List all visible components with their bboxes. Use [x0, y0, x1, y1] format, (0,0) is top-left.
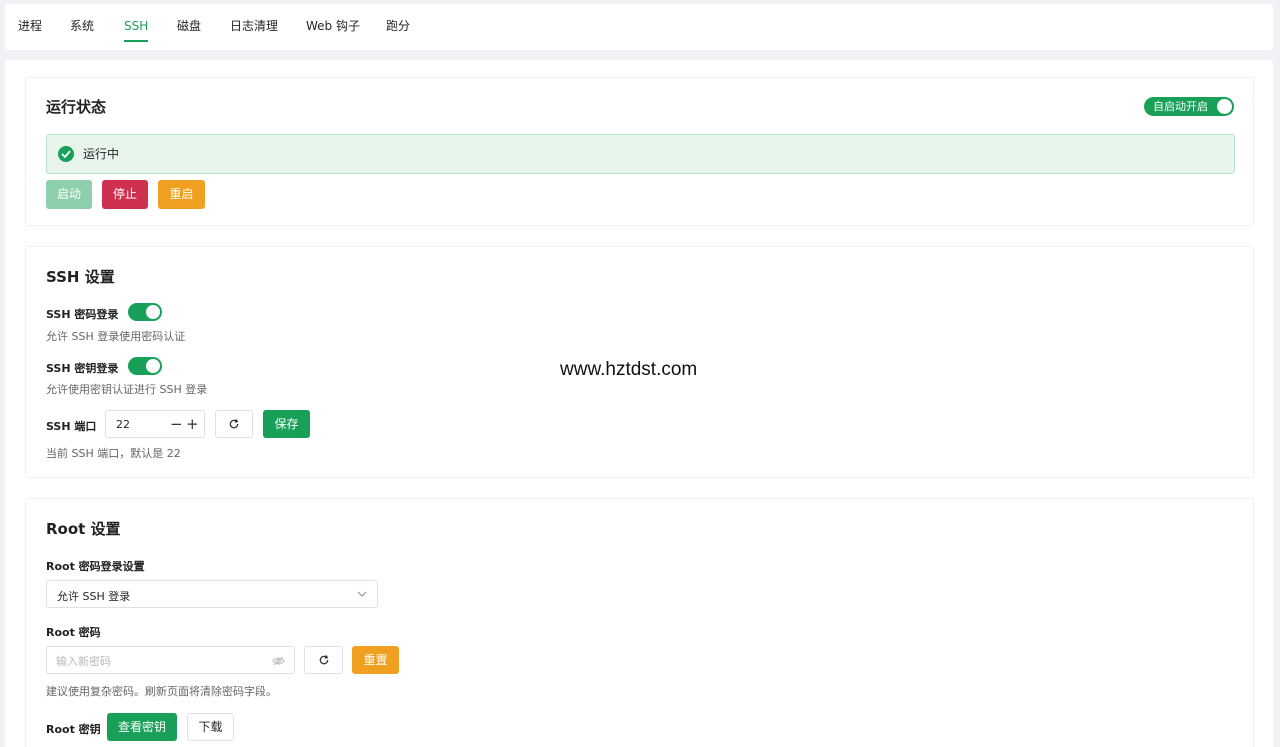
ssh-port-label: SSH 端口 — [46, 420, 97, 433]
tab-benchmark[interactable]: 跑分 — [386, 4, 410, 50]
root-password-login-select[interactable]: 允许 SSH 登录 — [46, 580, 378, 608]
root-key-label: Root 密钥 — [46, 723, 101, 736]
refresh-port-button[interactable] — [215, 410, 253, 438]
ssh-port-value[interactable]: 22 — [116, 418, 130, 431]
ssh-port-input[interactable]: 22 − + — [105, 410, 205, 438]
ssh-password-login-hint: 允许 SSH 登录使用密码认证 — [46, 330, 186, 343]
main-panel: 运行状态 自启动开启 运行中 启动 停止 重启 SSH 设置 SSH 密码登录 … — [5, 60, 1273, 747]
tab-system[interactable]: 系统 — [70, 4, 94, 50]
increment-button[interactable]: + — [186, 415, 199, 433]
view-key-button[interactable]: 查看密钥 — [107, 713, 177, 741]
eye-hidden-icon[interactable] — [272, 656, 285, 666]
generate-password-button[interactable] — [304, 646, 343, 674]
root-password-field[interactable] — [46, 646, 295, 674]
ssh-port-hint: 当前 SSH 端口，默认是 22 — [46, 447, 181, 460]
ssh-card-title: SSH 设置 — [46, 268, 115, 286]
ssh-password-login-label: SSH 密码登录 — [46, 308, 119, 321]
chevron-down-icon — [357, 591, 367, 597]
stop-button[interactable]: 停止 — [102, 180, 148, 209]
root-password-hint: 建议使用复杂密码。刷新页面将清除密码字段。 — [46, 685, 277, 698]
tab-bar: 进程 系统 SSH 磁盘 日志清理 Web 钩子 跑分 — [5, 4, 1273, 50]
status-alert: 运行中 — [46, 134, 1235, 174]
refresh-icon — [229, 419, 239, 429]
toggle-knob — [1217, 99, 1232, 114]
toggle-knob — [146, 305, 160, 319]
decrement-button[interactable]: − — [170, 415, 183, 433]
root-password-input[interactable] — [56, 652, 256, 670]
tab-log-cleanup[interactable]: 日志清理 — [230, 4, 278, 50]
ssh-password-login-switch[interactable] — [128, 303, 162, 321]
tab-disk[interactable]: 磁盘 — [177, 4, 201, 50]
save-port-button[interactable]: 保存 — [263, 410, 310, 438]
refresh-icon — [319, 655, 328, 665]
tab-process[interactable]: 进程 — [18, 4, 42, 50]
ssh-key-login-hint: 允许使用密钥认证进行 SSH 登录 — [46, 383, 208, 396]
root-password-login-setting-label: Root 密码登录设置 — [46, 560, 145, 573]
status-card-title: 运行状态 — [46, 98, 107, 116]
watermark-text: www.hztdst.com — [560, 359, 698, 380]
root-password-label: Root 密码 — [46, 626, 101, 639]
restart-button[interactable]: 重启 — [158, 180, 205, 209]
download-key-button[interactable]: 下载 — [187, 713, 234, 741]
check-circle-icon — [58, 146, 74, 162]
toggle-knob — [146, 359, 160, 373]
root-card-title: Root 设置 — [46, 520, 121, 538]
start-button[interactable]: 启动 — [46, 180, 92, 209]
root-password-login-selected: 允许 SSH 登录 — [57, 590, 131, 603]
ssh-key-login-switch[interactable] — [128, 357, 162, 375]
status-card: 运行状态 自启动开启 运行中 启动 停止 重启 — [25, 77, 1254, 226]
autostart-toggle[interactable]: 自启动开启 — [1144, 97, 1234, 116]
autostart-label: 自启动开启 — [1153, 100, 1208, 113]
status-text: 运行中 — [83, 147, 120, 161]
reset-password-button[interactable]: 重置 — [352, 646, 399, 674]
tab-webhook[interactable]: Web 钩子 — [306, 4, 360, 50]
tab-ssh[interactable]: SSH — [124, 4, 149, 50]
ssh-key-login-label: SSH 密钥登录 — [46, 362, 119, 375]
root-settings-card: Root 设置 Root 密码登录设置 允许 SSH 登录 Root 密码 重置… — [25, 498, 1254, 747]
